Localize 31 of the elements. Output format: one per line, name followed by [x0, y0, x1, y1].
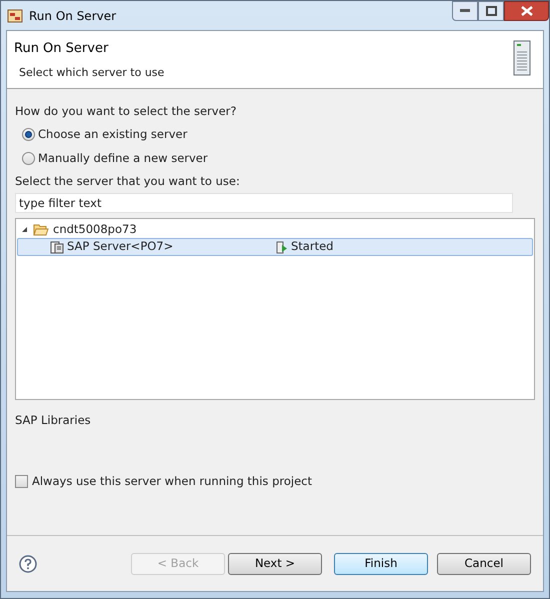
expander-icon[interactable]	[21, 226, 29, 233]
server-row[interactable]: SAP Server<PO7> Started	[17, 238, 533, 256]
question-label: How do you want to select the server?	[15, 103, 238, 120]
server-prompt: Select the server that you want to use:	[15, 172, 241, 190]
tree-item[interactable]: cndt5008po73	[53, 220, 137, 238]
radio-label: Manually define a new server	[38, 150, 208, 166]
server-icon	[50, 240, 64, 254]
close-icon	[520, 6, 532, 16]
minimize-button[interactable]	[452, 1, 478, 21]
folder-icon	[33, 223, 49, 236]
checkbox[interactable]	[15, 475, 28, 488]
started-icon	[276, 240, 288, 254]
maximize-button[interactable]	[478, 1, 504, 21]
minimize-icon	[460, 9, 470, 13]
help-icon[interactable]	[19, 554, 37, 572]
page-title: Run On Server	[14, 40, 110, 58]
dialog-button[interactable]: Cancel	[437, 552, 531, 574]
close-button[interactable]	[504, 1, 549, 21]
app-icon	[7, 8, 23, 24]
filter-field[interactable]: type filter text	[15, 193, 513, 213]
dialog-button[interactable]: Finish	[334, 552, 428, 574]
details-label: SAP Libraries	[15, 412, 92, 429]
radio-label: Choose an existing server	[38, 126, 188, 144]
radio-button[interactable]	[22, 128, 35, 142]
page-subtitle: Select which server to use	[19, 64, 166, 80]
window-title: Run On Server	[29, 8, 116, 24]
radio-button[interactable]	[22, 152, 35, 165]
server-icon	[513, 40, 531, 76]
maximize-icon	[486, 6, 496, 16]
dialog-button[interactable]: Next >	[228, 552, 322, 574]
checkbox-label: Always use this server when running this project	[32, 473, 312, 490]
